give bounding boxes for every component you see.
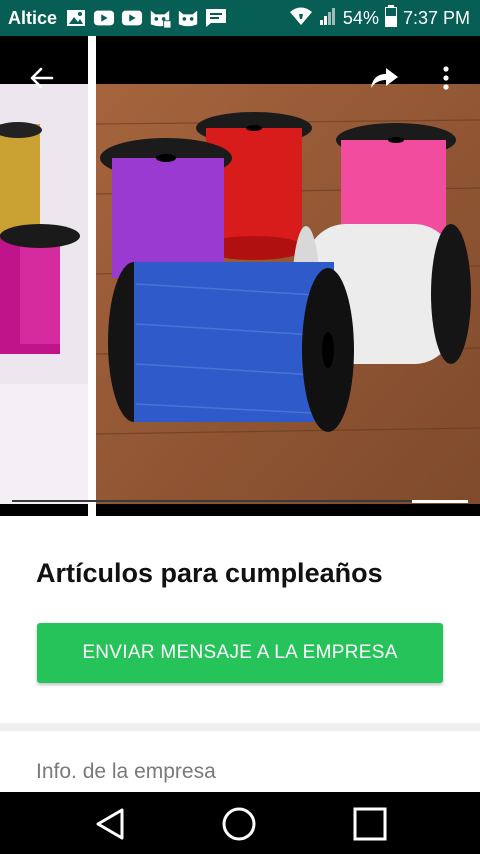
signal-icon xyxy=(319,6,337,31)
back-triangle-icon[interactable] xyxy=(86,800,134,848)
battery-icon xyxy=(384,4,397,32)
gallery-progress-indicator xyxy=(412,500,468,503)
notification-icons xyxy=(65,9,227,29)
clock: 7:37 PM xyxy=(402,7,470,28)
business-info-label: Info. de la empresa xyxy=(36,760,216,783)
image-icon xyxy=(65,9,87,27)
cat-face-icon xyxy=(149,9,172,29)
gallery-divider xyxy=(88,36,96,516)
recents-square-icon[interactable] xyxy=(346,800,394,848)
business-title: Artículos para cumpleaños xyxy=(36,558,383,588)
more-vert-icon[interactable] xyxy=(436,64,456,92)
gallery-progress-track xyxy=(12,500,468,502)
status-bar: Altice 54% 7:37 PM xyxy=(0,0,480,36)
photo-gallery[interactable] xyxy=(0,36,480,516)
home-circle-icon[interactable] xyxy=(215,800,263,848)
section-divider xyxy=(0,723,480,731)
product-photo[interactable] xyxy=(96,84,480,504)
message-icon xyxy=(205,9,227,27)
carrier-name: Altice xyxy=(8,7,58,28)
previous-photo[interactable] xyxy=(0,84,88,504)
wifi-icon xyxy=(289,6,313,31)
share-icon[interactable] xyxy=(368,64,398,92)
back-arrow-icon[interactable] xyxy=(28,64,56,92)
youtube-icon xyxy=(121,9,143,27)
cat-face-icon xyxy=(177,9,199,27)
youtube-icon xyxy=(93,9,115,27)
navigation-bar xyxy=(0,792,480,854)
send-message-button[interactable]: ENVIAR MENSAJE A LA EMPRESA xyxy=(37,623,443,683)
system-indicators: 54% 7:37 PM xyxy=(289,4,470,32)
battery-percent: 54% xyxy=(342,7,379,28)
